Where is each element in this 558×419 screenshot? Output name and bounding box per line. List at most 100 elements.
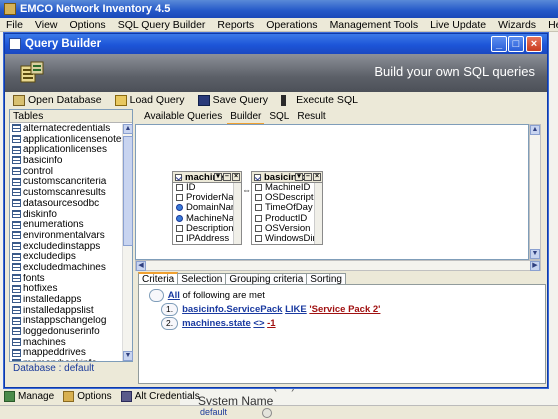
table-list-item[interactable]: basicinfo [10,156,122,167]
criteria-root[interactable]: All of following are met [149,289,265,302]
key-field-icon[interactable] [176,204,183,212]
field-checkbox[interactable] [255,204,262,212]
table-list-item[interactable]: installedappslist [10,306,122,317]
table-list-item[interactable]: excludedinstapps [10,242,122,253]
table-menu-icon[interactable]: ▾ [295,173,303,182]
save-query-button[interactable]: Save Query [197,94,268,107]
menu-view[interactable]: View [29,18,64,32]
field-row[interactable]: IPAddress [173,234,241,244]
field-row[interactable]: WindowsDir [252,234,322,244]
menu-help[interactable]: Help [542,18,558,32]
table-list-item[interactable]: alternatecredentials [10,124,122,135]
scroll-left-icon[interactable]: ◀ [136,261,146,271]
scroll-down-icon[interactable]: ▼ [123,351,133,361]
tab-available-queries[interactable]: Available Queries [141,111,225,123]
menu-reports[interactable]: Reports [211,18,260,32]
menu-wizards[interactable]: Wizards [492,18,542,32]
table-list-item[interactable]: customscanresults [10,188,122,199]
table-list-item[interactable]: hotfixes [10,284,122,295]
field-checkbox[interactable] [176,224,183,232]
table-box-header[interactable]: machines ▾ – × [173,172,241,183]
table-box-header[interactable]: basicinfo ▾ – × [252,172,322,183]
load-query-button[interactable]: Load Query [114,94,185,107]
menu-live-update[interactable]: Live Update [424,18,492,32]
field-checkbox[interactable] [176,183,183,191]
table-list-item[interactable]: datasourcesodbc [10,199,122,210]
table-list-item[interactable]: applicationlicensenotes [10,135,122,146]
table-select-checkbox[interactable] [254,173,261,181]
minimize-button[interactable]: _ [491,36,507,52]
field-row[interactable]: MachineName [173,214,241,224]
criteria-index-2[interactable]: 2. [161,317,179,330]
table-box-machines[interactable]: machines ▾ – × ID ProviderName DomainName Machi… [172,171,242,245]
alt-credentials-button[interactable]: Alt Credentials [120,390,200,403]
field-row[interactable]: ProductID [252,214,322,224]
field-row[interactable]: Description [173,224,241,234]
menu-operations[interactable]: Operations [260,18,323,32]
table-list-item[interactable]: customscancriteria [10,177,122,188]
field-checkbox[interactable] [255,224,262,232]
field-checkbox[interactable] [255,183,262,191]
menu-management-tools[interactable]: Management Tools [324,18,425,32]
criteria-root-toggle[interactable] [149,289,164,302]
tables-scrollbar[interactable]: ▲ ▼ [122,124,133,361]
manage-button[interactable]: Manage [4,390,54,403]
field-row[interactable]: OSDescription [252,193,322,203]
table-list-item[interactable]: instappschangelog [10,316,122,327]
table-list-item[interactable]: installedapps [10,295,122,306]
criteria-index-1[interactable]: 1. [161,303,179,316]
tab-result[interactable]: Result [294,111,328,123]
menu-sql-query-builder[interactable]: SQL Query Builder [112,18,212,32]
menu-options[interactable]: Options [64,18,112,32]
criteria-field-2[interactable]: machines.state [182,318,251,329]
execute-sql-button[interactable]: Execute SQL [281,94,358,107]
table-box-scrollbar[interactable] [233,183,241,244]
scroll-thumb[interactable] [123,136,133,246]
table-list-item[interactable]: mappeddrives [10,348,122,359]
open-database-button[interactable]: Open Database [13,94,102,107]
scroll-up-icon[interactable]: ▲ [530,125,540,135]
table-close-icon[interactable]: × [313,173,321,182]
table-list-item[interactable]: fonts [10,274,122,285]
criteria-field-1[interactable]: basicinfo.ServicePack [182,304,282,315]
table-box-basicinfo[interactable]: basicinfo ▾ – × MachineID OSDescription TimeOf… [251,171,323,245]
field-checkbox[interactable] [176,234,183,242]
table-list-item[interactable]: enumerations [10,220,122,231]
field-row[interactable]: OSVersion [252,224,322,234]
table-list-item[interactable]: loggedonuserinfo [10,327,122,338]
maximize-button[interactable]: □ [508,36,524,52]
field-checkbox[interactable] [255,194,262,202]
table-list-item[interactable]: environmentalvars [10,231,122,242]
table-select-checkbox[interactable] [175,173,182,181]
tab-sql[interactable]: SQL [266,111,292,123]
scroll-right-icon[interactable]: ▶ [530,261,540,271]
tab-builder[interactable]: Builder [227,111,265,125]
criteria-item-1[interactable]: 1. basicinfo.ServicePack LIKE 'Service Pa… [161,303,380,316]
table-list-item[interactable]: excludedmachines [10,263,122,274]
field-checkbox[interactable] [255,234,262,242]
table-minimize-icon[interactable]: – [223,173,231,182]
table-minimize-icon[interactable]: – [304,173,312,182]
criteria-value-1[interactable]: 'Service Pack 2' [309,304,380,315]
canvas-horizontal-scrollbar[interactable]: ◀ ▶ [135,260,541,271]
key-field-icon[interactable] [176,214,183,222]
criteria-value-2[interactable]: -1 [267,318,275,329]
scroll-down-icon[interactable]: ▼ [530,249,540,259]
options-button[interactable]: Options [63,390,112,403]
field-row[interactable]: ProviderName [173,193,241,203]
field-row[interactable]: TimeOfDay [252,203,322,213]
criteria-op-2[interactable]: <> [253,318,264,329]
field-row[interactable]: MachineID [252,183,322,193]
criteria-item-2[interactable]: 2. machines.state <> -1 [161,317,276,330]
criteria-all-link[interactable]: All [168,290,180,301]
table-box-scrollbar[interactable] [314,183,322,244]
field-checkbox[interactable] [176,194,183,202]
query-canvas[interactable]: machines ▾ – × ID ProviderName DomainName Machi… [135,124,529,260]
table-close-icon[interactable]: × [232,173,240,182]
canvas-vertical-scrollbar[interactable]: ▲ ▼ [529,124,541,260]
close-button[interactable]: × [526,36,542,52]
scroll-up-icon[interactable]: ▲ [123,124,133,134]
field-checkbox[interactable] [255,214,262,222]
table-list-item[interactable]: diskinfo [10,210,122,221]
field-row[interactable]: DomainName [173,203,241,213]
